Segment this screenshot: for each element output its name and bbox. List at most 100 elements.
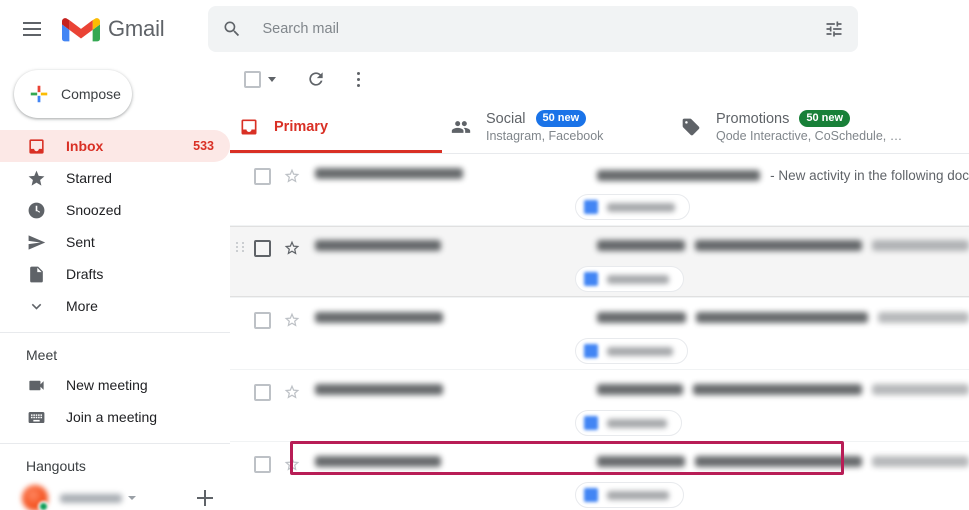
search-box[interactable] bbox=[208, 6, 859, 52]
avatar[interactable] bbox=[22, 485, 49, 510]
sidebar-item-join-meeting[interactable]: Join a meeting bbox=[0, 401, 230, 433]
video-camera-icon bbox=[26, 375, 46, 395]
row-content: - New activity in the following doc bbox=[315, 166, 969, 225]
compose-button[interactable]: Compose bbox=[14, 70, 132, 118]
row-checkbox[interactable] bbox=[254, 456, 271, 473]
tab-text-group: Primary bbox=[274, 119, 328, 135]
more-vertical-icon[interactable] bbox=[348, 69, 368, 89]
star-icon[interactable] bbox=[283, 455, 301, 473]
email-subject-line bbox=[597, 240, 969, 251]
attachment-name bbox=[607, 346, 673, 356]
email-sender bbox=[315, 240, 441, 251]
brand[interactable]: Gmail bbox=[62, 15, 165, 44]
star-icon[interactable] bbox=[283, 167, 301, 185]
inbox-unread-count: 533 bbox=[193, 139, 214, 153]
gmail-logo-icon bbox=[62, 17, 100, 41]
main-menu-button[interactable] bbox=[8, 5, 56, 53]
tab-title-row: Promotions 50 new bbox=[716, 109, 902, 128]
search-input[interactable] bbox=[262, 21, 825, 37]
star-icon[interactable] bbox=[283, 383, 301, 401]
document-attachment-icon bbox=[584, 416, 598, 430]
sidebar-item-new-meeting[interactable]: New meeting bbox=[0, 369, 230, 401]
table-row[interactable] bbox=[230, 442, 969, 510]
clock-icon bbox=[26, 200, 46, 220]
drag-handle-icon[interactable] bbox=[236, 238, 248, 256]
compose-label: Compose bbox=[61, 86, 121, 102]
email-subject bbox=[597, 240, 685, 251]
chevron-down-icon[interactable] bbox=[268, 76, 276, 82]
inbox-icon bbox=[26, 136, 46, 156]
row-checkbox[interactable] bbox=[254, 240, 271, 257]
sidebar-item-snoozed[interactable]: Snoozed bbox=[0, 194, 230, 226]
sidebar-item-inbox[interactable]: Inbox 533 bbox=[0, 130, 230, 162]
hangouts-account-row[interactable] bbox=[0, 480, 230, 510]
tab-social[interactable]: Social 50 new Instagram, Facebook bbox=[442, 100, 672, 153]
tab-subtitle: Qode Interactive, CoSchedule, … bbox=[716, 129, 903, 144]
tab-subtitle: Instagram, Facebook bbox=[486, 129, 604, 144]
sidebar-item-starred[interactable]: Starred bbox=[0, 162, 230, 194]
star-icon[interactable] bbox=[283, 239, 301, 257]
chevron-down-icon[interactable] bbox=[128, 496, 136, 500]
email-subject bbox=[597, 384, 684, 395]
star-icon[interactable] bbox=[283, 311, 301, 329]
attachment-name bbox=[607, 202, 675, 212]
brand-title: Gmail bbox=[108, 16, 165, 41]
document-attachment-icon bbox=[584, 344, 598, 358]
email-trailing-text bbox=[872, 384, 969, 395]
sidebar-item-label: New meeting bbox=[66, 377, 148, 393]
plus-icon bbox=[30, 85, 48, 103]
hangouts-add-button[interactable] bbox=[194, 487, 216, 509]
attachment-chip[interactable] bbox=[575, 482, 684, 508]
row-content bbox=[315, 382, 969, 441]
email-trailing-text bbox=[872, 456, 969, 467]
star-icon bbox=[26, 168, 46, 188]
row-checkbox[interactable] bbox=[254, 168, 271, 185]
email-sender bbox=[315, 384, 443, 395]
tab-primary[interactable]: Primary bbox=[230, 100, 442, 153]
table-row[interactable] bbox=[230, 226, 969, 298]
email-sender bbox=[315, 312, 443, 323]
draft-icon bbox=[26, 264, 46, 284]
sidebar-item-sent[interactable]: Sent bbox=[0, 226, 230, 258]
mail-list-panel: Primary Social 50 new Instagram, Faceboo… bbox=[230, 58, 969, 510]
tune-options-icon[interactable] bbox=[824, 19, 844, 39]
sidebar-item-label: Join a meeting bbox=[66, 409, 158, 425]
top-bar: Gmail bbox=[0, 0, 969, 58]
select-all-control[interactable] bbox=[240, 67, 280, 92]
sidebar-item-label: Starred bbox=[66, 170, 112, 186]
inbox-icon bbox=[238, 116, 260, 138]
attachment-chip[interactable] bbox=[575, 194, 690, 220]
search-icon bbox=[224, 21, 240, 37]
table-row[interactable] bbox=[230, 370, 969, 442]
tab-text-group: Promotions 50 new Qode Interactive, CoSc… bbox=[716, 109, 903, 144]
email-sender bbox=[315, 456, 441, 467]
attachment-name bbox=[607, 418, 667, 428]
checkbox-icon[interactable] bbox=[244, 70, 261, 88]
email-list: - New activity in the following doc bbox=[230, 154, 969, 510]
attachment-chip[interactable] bbox=[575, 338, 688, 364]
people-icon bbox=[450, 116, 472, 138]
row-content bbox=[315, 238, 969, 297]
attachment-chip[interactable] bbox=[575, 266, 684, 292]
sidebar-item-label: Inbox bbox=[66, 138, 104, 154]
table-row[interactable]: - New activity in the following doc bbox=[230, 154, 969, 226]
body-area: Compose Inbox 533 Starred Snoozed Sent D… bbox=[0, 58, 969, 510]
refresh-icon[interactable] bbox=[306, 69, 326, 89]
email-preview bbox=[694, 240, 863, 251]
sidebar-item-drafts[interactable]: Drafts bbox=[0, 258, 230, 290]
sidebar-item-more[interactable]: More bbox=[0, 290, 230, 322]
sidebar-item-label: More bbox=[66, 298, 98, 314]
email-preview bbox=[696, 312, 869, 323]
status-badge: 50 new bbox=[535, 109, 587, 128]
online-status-dot bbox=[38, 501, 49, 510]
table-row[interactable] bbox=[230, 298, 969, 370]
email-subject bbox=[597, 456, 685, 467]
attachment-chip[interactable] bbox=[575, 410, 682, 436]
sidebar-nav-list: Inbox 533 Starred Snoozed Sent Drafts Mo… bbox=[0, 130, 230, 322]
row-checkbox[interactable] bbox=[254, 312, 271, 329]
email-subject-line bbox=[597, 312, 969, 323]
hangouts-account-name bbox=[60, 493, 122, 503]
tab-promotions[interactable]: Promotions 50 new Qode Interactive, CoSc… bbox=[672, 100, 914, 153]
row-checkbox[interactable] bbox=[254, 384, 271, 401]
email-preview bbox=[694, 456, 863, 467]
